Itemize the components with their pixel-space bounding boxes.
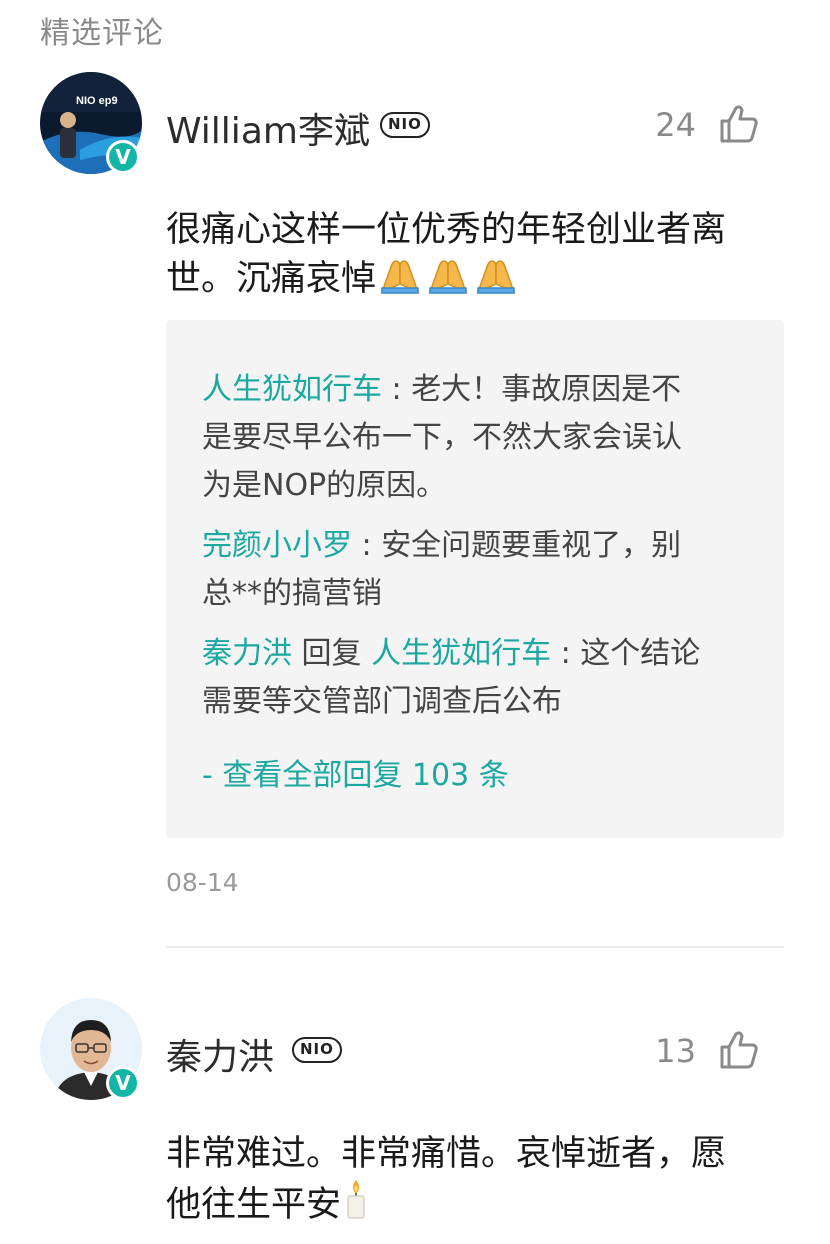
verified-badge: V [106,1066,140,1100]
content-text: 他往生平安 [166,1185,342,1225]
thumbs-up-icon [720,1031,758,1069]
content-line: 非常难过。非常痛惜。哀悼逝者，愿 [166,1134,727,1174]
candle-emoji [343,1178,369,1233]
content-line: 他往生平安 [166,1178,786,1233]
comment-item: V 秦力洪 NIO 13 非常难过。非常痛惜。哀悼逝者，愿 他往生平安 [0,0,830,1244]
username[interactable]: 秦力洪 [166,1028,274,1080]
like-button[interactable] [718,1029,760,1071]
comment-content: 非常难过。非常痛惜。哀悼逝者，愿 他往生平安 [166,1130,786,1233]
like-count: 13 [655,1032,696,1070]
nio-badge: NIO [292,1037,342,1063]
